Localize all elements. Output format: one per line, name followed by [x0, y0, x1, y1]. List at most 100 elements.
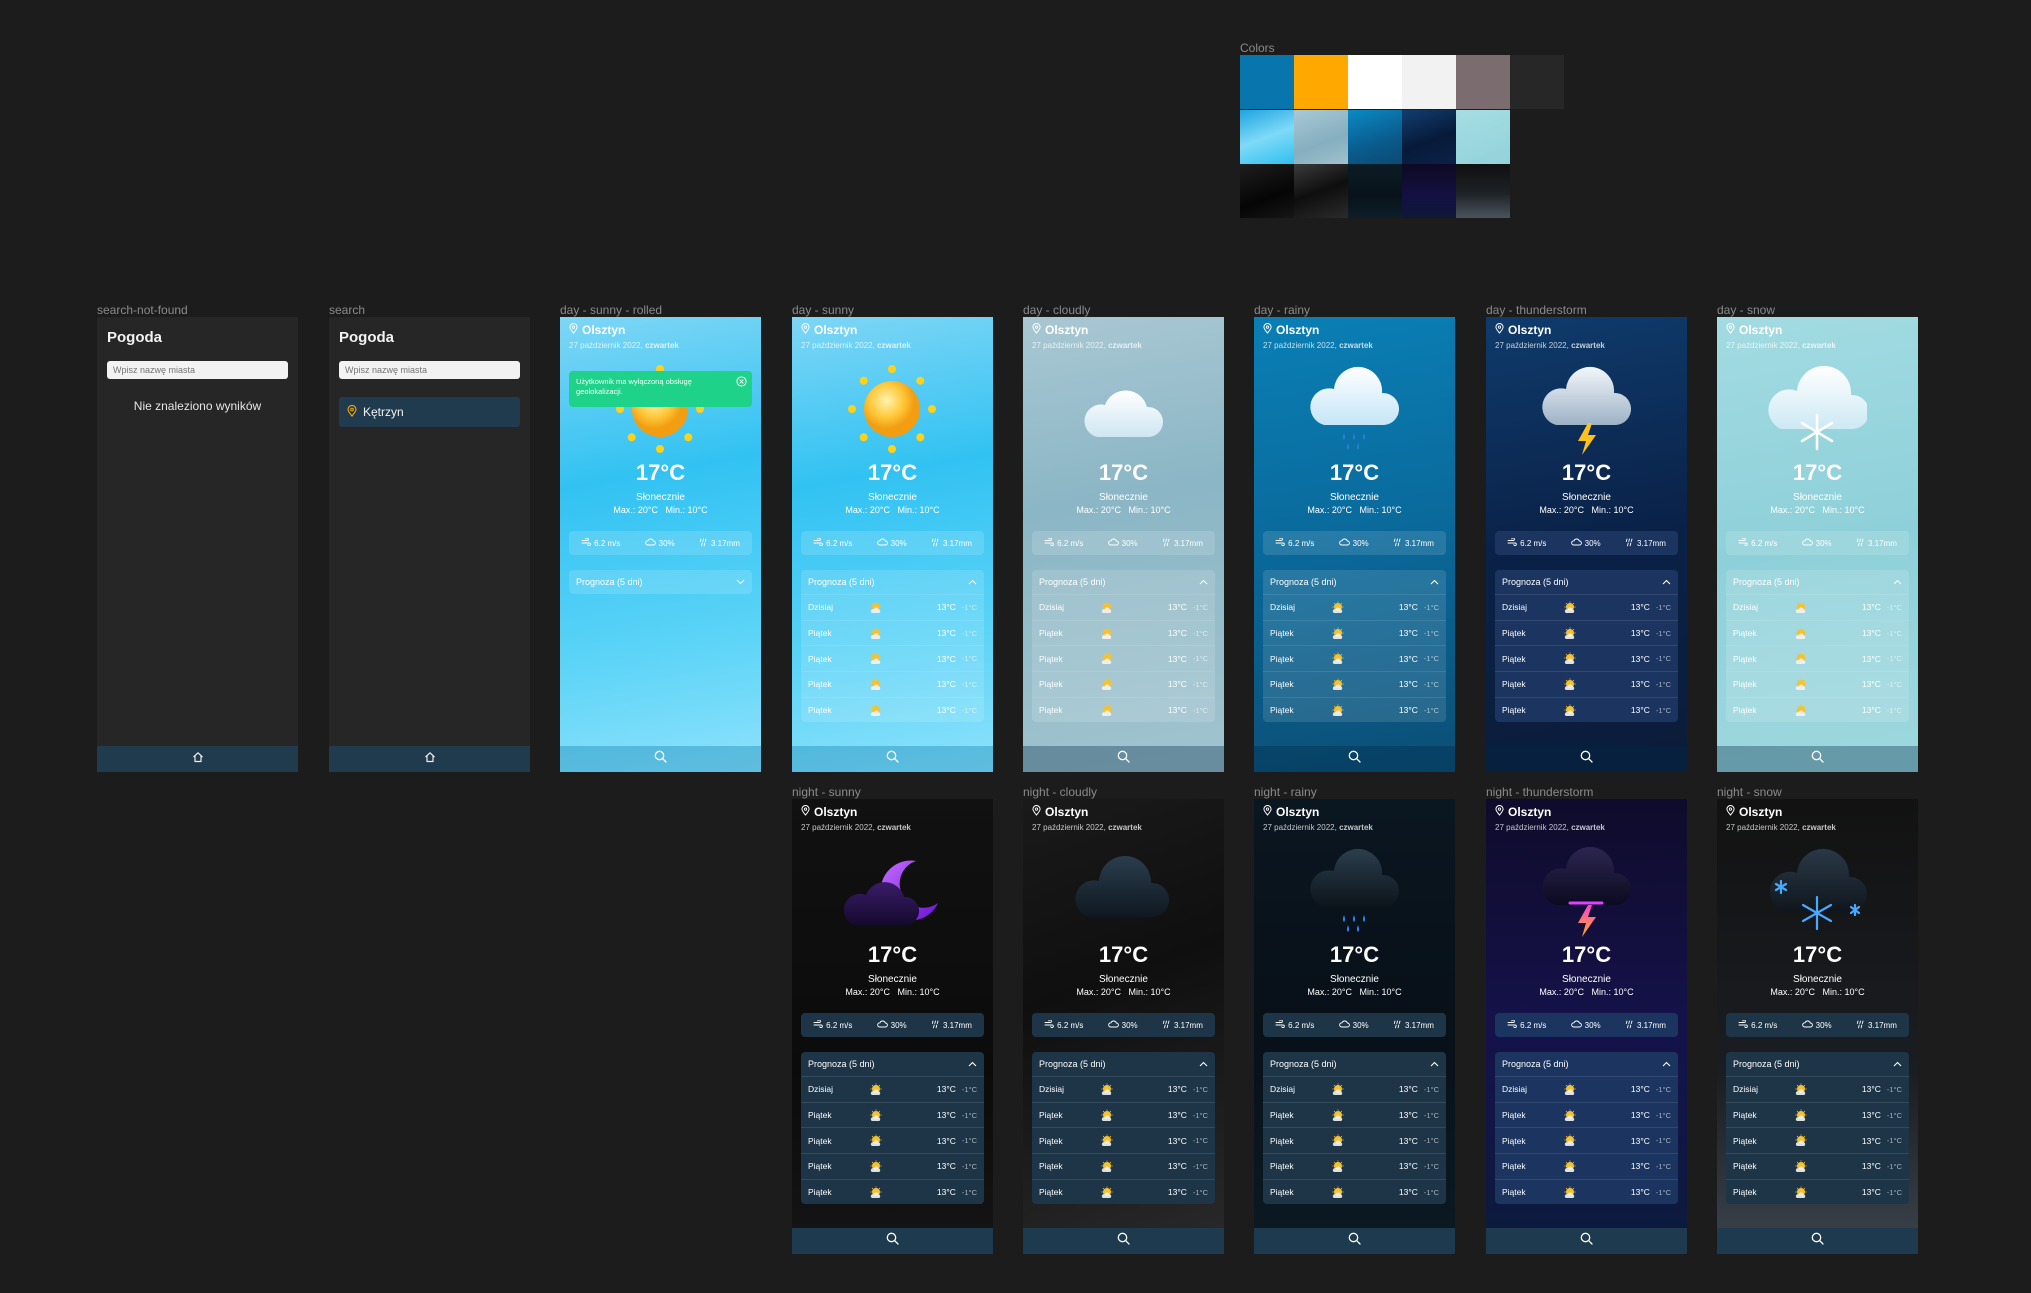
forecast-day: Dzisiaj	[1502, 1084, 1528, 1095]
forecast-day: Piątek	[1270, 653, 1294, 664]
condition-label: Słonecznie	[1099, 974, 1148, 985]
forecast-toggle[interactable]: Prognoza (5 dni)	[1263, 1052, 1446, 1076]
forecast-low: -1°C	[1886, 1084, 1902, 1094]
search-icon[interactable]	[1348, 1232, 1361, 1250]
wind-icon	[1507, 1019, 1517, 1030]
location-pin-icon	[569, 323, 578, 337]
forecast-toggle[interactable]: Prognoza (5 dni)	[1726, 1052, 1909, 1076]
forecast-high: 13°C	[1167, 1084, 1187, 1095]
city-selector[interactable]: Olsztyn	[569, 323, 625, 337]
search-icon[interactable]	[654, 750, 667, 768]
forecast-toggle[interactable]: Prognoza (5 dni)	[801, 570, 984, 594]
sun-cloud-icon	[1330, 1109, 1390, 1122]
forecast-toggle[interactable]: Prognoza (5 dni)	[1032, 1052, 1215, 1076]
search-input[interactable]	[107, 361, 288, 379]
rain-value: 3.17mm	[1173, 1020, 1203, 1030]
sun-cloud-icon	[868, 1160, 928, 1173]
forecast-toggle[interactable]: Prognoza (5 dni)	[569, 570, 752, 594]
date-label: 27 październik 2022, czwartek	[1032, 341, 1142, 350]
forecast-low: -1°C	[1655, 628, 1671, 638]
home-icon[interactable]	[192, 750, 204, 768]
date-text: 27 październik 2022,	[1263, 341, 1337, 350]
forecast-row: Piątek 13°C -1°C	[801, 671, 984, 697]
forecast-toggle[interactable]: Prognoza (5 dni)	[1495, 570, 1678, 594]
min-temp: Min.: 10°C	[1359, 987, 1402, 997]
city-selector[interactable]: Olsztyn	[1495, 323, 1551, 337]
bottom-nav	[1486, 746, 1687, 772]
search-result-item[interactable]: Kętrzyn	[339, 397, 520, 427]
forecast-low: -1°C	[961, 1161, 977, 1171]
sun-cloud-icon	[1099, 1083, 1159, 1096]
city-selector[interactable]: Olsztyn	[1263, 805, 1319, 819]
forecast-day: Piątek	[1733, 705, 1757, 716]
frame-label: day - sunny - rolled	[560, 303, 663, 317]
forecast-high: 13°C	[1861, 1187, 1881, 1198]
date-text: 27 październik 2022,	[801, 341, 875, 350]
search-input[interactable]	[339, 361, 520, 379]
forecast-title: Prognoza (5 dni)	[1733, 577, 1800, 587]
city-selector[interactable]: Olsztyn	[1263, 323, 1319, 337]
search-icon[interactable]	[1117, 750, 1130, 768]
search-icon[interactable]	[1811, 1232, 1824, 1250]
forecast-toggle[interactable]: Prognoza (5 dni)	[801, 1052, 984, 1076]
search-icon[interactable]	[1580, 1232, 1593, 1250]
wind-icon	[1275, 1019, 1285, 1030]
search-icon[interactable]	[1348, 750, 1361, 768]
search-icon[interactable]	[886, 1232, 899, 1250]
weekday-text: czwartek	[877, 341, 911, 350]
cloud-stat: 30%	[1801, 1020, 1832, 1030]
home-icon[interactable]	[424, 750, 436, 768]
forecast-day: Dzisiaj	[1502, 602, 1528, 613]
forecast-toggle[interactable]: Prognoza (5 dni)	[1726, 570, 1909, 594]
date-label: 27 październik 2022, czwartek	[801, 341, 911, 350]
sun-cloud-icon	[1330, 1134, 1390, 1147]
forecast-toggle[interactable]: Prognoza (5 dni)	[1495, 1052, 1678, 1076]
city-selector[interactable]: Olsztyn	[1495, 805, 1551, 819]
forecast-low: -1°C	[1192, 705, 1208, 715]
sun-cloud-icon	[1793, 1083, 1853, 1096]
forecast-day: Piątek	[1270, 1110, 1294, 1121]
city-selector[interactable]: Olsztyn	[1032, 805, 1088, 819]
forecast-row: Piątek 13°C -1°C	[801, 619, 984, 646]
date-text: 27 październik 2022,	[1263, 823, 1337, 832]
forecast-toggle[interactable]: Prognoza (5 dni)	[1263, 570, 1446, 594]
forecast-title: Prognoza (5 dni)	[1270, 577, 1337, 587]
city-selector[interactable]: Olsztyn	[1726, 805, 1782, 819]
search-icon[interactable]	[1580, 750, 1593, 768]
close-icon[interactable]	[736, 376, 747, 390]
forecast-row: Dzisiaj 13°C -1°C	[1032, 594, 1215, 620]
city-selector[interactable]: Olsztyn	[801, 323, 857, 337]
forecast-row: Piątek 13°C -1°C	[1263, 1178, 1446, 1205]
forecast-title: Prognoza (5 dni)	[1502, 1059, 1569, 1069]
storm-weather-icon	[1536, 359, 1636, 459]
forecast-row: Piątek 13°C -1°C	[1263, 1127, 1446, 1154]
search-icon[interactable]	[1117, 1232, 1130, 1250]
forecast-toggle[interactable]: Prognoza (5 dni)	[1032, 570, 1215, 594]
forecast-high: 13°C	[1398, 1110, 1418, 1121]
rain-value: 3.17mm	[942, 1020, 972, 1030]
forecast-low: -1°C	[961, 654, 977, 664]
forecast-high: 13°C	[1630, 1110, 1650, 1121]
forecast-day: Piątek	[1502, 1110, 1526, 1121]
search-icon[interactable]	[1811, 750, 1824, 768]
cloud-stat: 30%	[1338, 538, 1369, 548]
wind-value: 6.2 m/s	[826, 1020, 853, 1030]
search-icon[interactable]	[886, 750, 899, 768]
bottom-nav	[792, 1228, 993, 1254]
forecast-high: 13°C	[1167, 679, 1187, 690]
forecast-high: 13°C	[936, 1161, 956, 1172]
forecast-high: 13°C	[1861, 628, 1881, 639]
cloud-value: 30%	[1121, 1020, 1138, 1030]
temperature: 17°C	[1098, 942, 1149, 967]
sun-cloud-icon	[868, 1186, 928, 1199]
cloud-stat: 30%	[876, 538, 907, 548]
city-selector[interactable]: Olsztyn	[1726, 323, 1782, 337]
sun-cloud-icon	[1562, 704, 1622, 717]
forecast-low: -1°C	[1423, 679, 1439, 689]
city-selector[interactable]: Olsztyn	[801, 805, 857, 819]
city-selector[interactable]: Olsztyn	[1032, 323, 1088, 337]
screen-weather-day-sunny: Olsztyn 27 październik 2022, czwartek 17…	[792, 317, 993, 772]
forecast-low: -1°C	[1192, 602, 1208, 612]
color-swatch	[1240, 164, 1294, 218]
color-swatch	[1294, 109, 1348, 164]
